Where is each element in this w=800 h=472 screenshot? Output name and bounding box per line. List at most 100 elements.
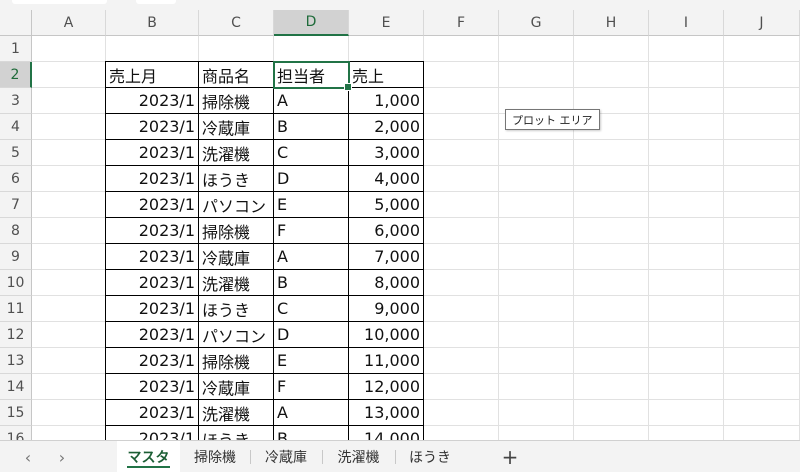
grid-cell[interactable] bbox=[649, 192, 724, 218]
grid-cell[interactable] bbox=[724, 114, 800, 140]
grid-cell[interactable] bbox=[724, 426, 800, 440]
grid-cell[interactable] bbox=[649, 426, 724, 440]
row-header-8[interactable]: 8 bbox=[0, 218, 32, 244]
row-header-9[interactable]: 9 bbox=[0, 244, 32, 270]
table-cell[interactable]: 掃除機 bbox=[198, 217, 274, 244]
grid-cell[interactable] bbox=[724, 218, 800, 244]
sheet-tab-1[interactable]: マスタ bbox=[117, 441, 180, 472]
table-cell[interactable]: 2023/1 bbox=[105, 321, 199, 348]
grid-cell[interactable] bbox=[649, 62, 724, 88]
table-cell[interactable]: 2023/1 bbox=[105, 373, 199, 400]
row-header-13[interactable]: 13 bbox=[0, 348, 32, 374]
add-sheet-icon[interactable]: + bbox=[498, 445, 522, 469]
table-cell[interactable]: 14,000 bbox=[348, 425, 424, 440]
table-cell[interactable]: 2023/1 bbox=[105, 243, 199, 270]
next-sheet-icon[interactable]: › bbox=[52, 447, 72, 467]
grid-cell[interactable] bbox=[649, 88, 724, 114]
grid-cell[interactable] bbox=[574, 218, 649, 244]
table-cell[interactable]: C bbox=[273, 139, 349, 166]
table-cell[interactable]: 9,000 bbox=[348, 295, 424, 322]
table-cell[interactable]: 2023/1 bbox=[105, 191, 199, 218]
grid-cell[interactable] bbox=[649, 270, 724, 296]
row-header-16[interactable]: 16 bbox=[0, 426, 32, 440]
row-header-11[interactable]: 11 bbox=[0, 296, 32, 322]
grid-cell[interactable] bbox=[724, 140, 800, 166]
grid-cell[interactable] bbox=[32, 218, 106, 244]
grid-cell[interactable] bbox=[499, 218, 574, 244]
table-cell[interactable]: 4,000 bbox=[348, 165, 424, 192]
table-cell[interactable]: 冷蔵庫 bbox=[198, 243, 274, 270]
grid-cell[interactable] bbox=[32, 426, 106, 440]
row-header-7[interactable]: 7 bbox=[0, 192, 32, 218]
table-cell[interactable]: 洗濯機 bbox=[198, 139, 274, 166]
table-cell[interactable]: 2023/1 bbox=[105, 399, 199, 426]
grid-cell[interactable] bbox=[499, 192, 574, 218]
table-cell[interactable]: 冷蔵庫 bbox=[198, 373, 274, 400]
row-header-6[interactable]: 6 bbox=[0, 166, 32, 192]
grid-cell[interactable] bbox=[649, 244, 724, 270]
table-cell[interactable]: ほうき bbox=[198, 165, 274, 192]
table-cell[interactable]: A bbox=[273, 243, 349, 270]
column-header-c[interactable]: C bbox=[199, 10, 274, 36]
grid-cell[interactable] bbox=[499, 374, 574, 400]
table-cell[interactable]: D bbox=[273, 165, 349, 192]
table-cell[interactable]: 8,000 bbox=[348, 269, 424, 296]
table-cell[interactable]: 2023/1 bbox=[105, 87, 199, 114]
row-header-15[interactable]: 15 bbox=[0, 400, 32, 426]
grid-cell[interactable] bbox=[724, 270, 800, 296]
grid-cell[interactable] bbox=[274, 36, 349, 62]
grid-cell[interactable] bbox=[724, 400, 800, 426]
grid-cell[interactable] bbox=[424, 322, 499, 348]
table-header-cell[interactable]: 売上月 bbox=[105, 61, 199, 88]
table-cell[interactable]: 2023/1 bbox=[105, 425, 199, 440]
grid-cell[interactable] bbox=[32, 166, 106, 192]
grid-cell[interactable] bbox=[724, 62, 800, 88]
grid-cell[interactable] bbox=[424, 166, 499, 192]
row-header-10[interactable]: 10 bbox=[0, 270, 32, 296]
grid-cell[interactable] bbox=[424, 192, 499, 218]
table-cell[interactable]: 2,000 bbox=[348, 113, 424, 140]
grid-cell[interactable] bbox=[574, 166, 649, 192]
table-cell[interactable]: 2023/1 bbox=[105, 165, 199, 192]
grid-cell[interactable] bbox=[424, 218, 499, 244]
grid-cell[interactable] bbox=[499, 244, 574, 270]
grid-cell[interactable] bbox=[649, 166, 724, 192]
grid-cell[interactable] bbox=[499, 166, 574, 192]
sheet-tab-4[interactable]: 洗濯機 bbox=[322, 441, 395, 472]
column-header-d[interactable]: D bbox=[274, 10, 349, 36]
grid-cell[interactable] bbox=[649, 218, 724, 244]
table-cell[interactable]: 掃除機 bbox=[198, 347, 274, 374]
table-cell[interactable]: F bbox=[273, 217, 349, 244]
grid-cell[interactable] bbox=[649, 114, 724, 140]
grid-cell[interactable] bbox=[724, 166, 800, 192]
grid-cell[interactable] bbox=[424, 36, 499, 62]
row-header-5[interactable]: 5 bbox=[0, 140, 32, 166]
grid-cell[interactable] bbox=[574, 270, 649, 296]
grid-cell[interactable] bbox=[106, 36, 199, 62]
table-cell[interactable]: 2023/1 bbox=[105, 139, 199, 166]
grid-cell[interactable] bbox=[32, 348, 106, 374]
grid-cell[interactable] bbox=[424, 348, 499, 374]
grid-cell[interactable] bbox=[32, 192, 106, 218]
grid-cell[interactable] bbox=[424, 114, 499, 140]
prev-sheet-icon[interactable]: ‹ bbox=[18, 447, 38, 467]
grid-cell[interactable] bbox=[574, 140, 649, 166]
grid-cell[interactable] bbox=[574, 244, 649, 270]
table-cell[interactable]: F bbox=[273, 373, 349, 400]
table-cell[interactable]: D bbox=[273, 321, 349, 348]
table-cell[interactable]: 2023/1 bbox=[105, 217, 199, 244]
grid-cell[interactable] bbox=[32, 374, 106, 400]
grid-cell[interactable] bbox=[424, 62, 499, 88]
grid-cell[interactable] bbox=[574, 62, 649, 88]
grid-cell[interactable] bbox=[724, 88, 800, 114]
table-cell[interactable]: A bbox=[273, 87, 349, 114]
column-header-j[interactable]: J bbox=[724, 10, 800, 36]
grid-cell[interactable] bbox=[649, 374, 724, 400]
table-cell[interactable]: C bbox=[273, 295, 349, 322]
column-header-a[interactable]: A bbox=[32, 10, 106, 36]
grid-cell[interactable] bbox=[424, 270, 499, 296]
grid-cell[interactable] bbox=[32, 88, 106, 114]
column-header-i[interactable]: I bbox=[649, 10, 724, 36]
grid-cell[interactable] bbox=[499, 296, 574, 322]
table-cell[interactable]: 2023/1 bbox=[105, 295, 199, 322]
